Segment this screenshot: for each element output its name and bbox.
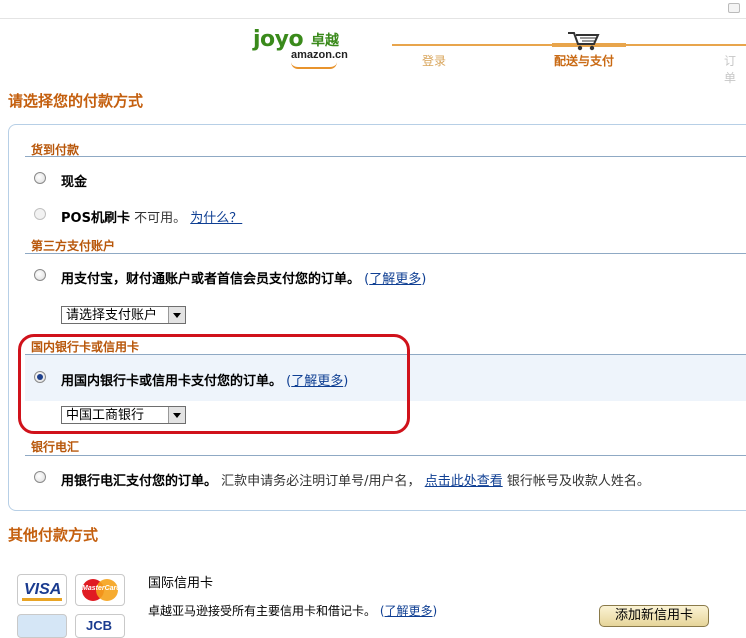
wire-note-text: 汇款申请务必注明订单号/用户名， (221, 474, 421, 489)
category-third-party: 第三方支付账户 (31, 239, 116, 253)
mastercard-text: MasterCard (82, 585, 121, 592)
pos-unavailable-text: 不可用。 (134, 211, 187, 226)
radio-wire-transfer[interactable] (34, 471, 46, 483)
option-cash-label: 现金 (61, 171, 87, 190)
highlight-annotation-ring (18, 334, 410, 434)
jcb-icon: JCB (75, 614, 125, 638)
radio-alipay[interactable] (34, 269, 46, 281)
intl-desc-text: 卓越亚马逊接受所有主要信用卡和借记卡。 (148, 604, 377, 618)
category-wire: 银行电汇 (31, 440, 80, 454)
step-order: 订单 (724, 54, 737, 85)
radio-cash[interactable] (34, 172, 46, 184)
visa-icon: VISA (17, 574, 67, 606)
browser-top-strip (0, 0, 746, 19)
resize-grip-icon (728, 3, 740, 13)
chevron-down-icon (168, 307, 185, 323)
intl-card-title: 国际信用卡 (148, 576, 214, 591)
payment-account-select[interactable]: 请选择支付账户 (61, 306, 186, 324)
visa-text: VISA (24, 581, 62, 598)
wire-view-link[interactable]: 点击此处查看 (425, 474, 503, 489)
mastercard-icon: MasterCard (75, 574, 125, 606)
radio-pos-card[interactable] (34, 208, 46, 220)
category-divider (25, 455, 746, 456)
pos-why-link[interactable]: 为什么？ (190, 211, 242, 226)
step-login: 登录 (422, 54, 447, 68)
other-payment-title: 其他付款方式 (8, 526, 99, 544)
logo-amazon-text: amazon.cn (291, 49, 348, 61)
jcb-text: JCB (86, 618, 113, 633)
cash-label-text: 现金 (61, 175, 88, 190)
option-alipay-label: 用支付宝，财付通账户或者首信会员支付您的订单。 (了解更多) (61, 272, 427, 287)
option-pos-label: POS机刷卡 不可用。 为什么？ (61, 207, 242, 226)
add-credit-card-button[interactable]: 添加新信用卡 (599, 605, 709, 627)
intl-learn-more-link[interactable]: 了解更多 (385, 604, 433, 618)
category-divider (25, 156, 746, 157)
intl-card-description: 卓越亚马逊接受所有主要信用卡和借记卡。 (了解更多) (148, 604, 438, 618)
shopping-cart-icon (568, 32, 600, 51)
step-shipping-payment: 配送与支付 (554, 54, 615, 68)
site-logo[interactable]: joyo 卓越 amazon.cn (253, 27, 363, 69)
wire-label-text: 用银行电汇支付您的订单。 (61, 474, 218, 489)
alipay-label-text: 用支付宝，财付通账户或者首信会员支付您的订单。 (61, 272, 361, 287)
amex-icon (17, 614, 67, 638)
logo-zhuoyue-text: 卓越 (311, 33, 339, 49)
category-divider (25, 253, 746, 254)
account-select-value: 请选择支付账户 (66, 308, 158, 323)
alipay-learn-more-link[interactable]: 了解更多 (369, 272, 421, 287)
logo-smile-icon (291, 62, 337, 69)
pos-label-text: POS机刷卡 (61, 211, 130, 226)
payment-section-title: 请选择您的付款方式 (8, 92, 144, 110)
option-wire-label: 用银行电汇支付您的订单。 汇款申请务必注明订单号/用户名， 点击此处查看 银行帐… (61, 470, 650, 489)
wire-note-text-2: 银行帐号及收款人姓名。 (506, 474, 650, 489)
